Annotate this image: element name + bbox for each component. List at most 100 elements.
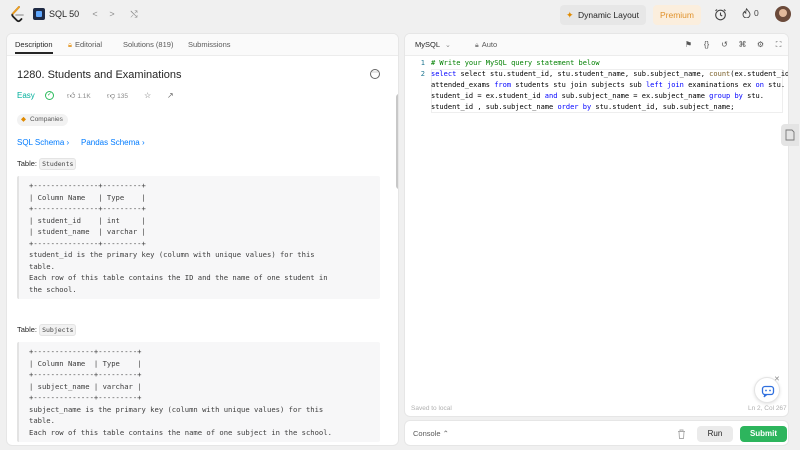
- auto-mode-toggle[interactable]: 🔒︎ Auto: [475, 40, 497, 50]
- settings-gear-icon[interactable]: ⚙: [755, 39, 766, 50]
- code-text: examinations ex: [683, 81, 756, 89]
- trash-icon[interactable]: [677, 429, 686, 439]
- dynamic-layout-label: Dynamic Layout: [578, 10, 639, 20]
- code-keyword: left join: [645, 81, 684, 89]
- schema-line: subject_name is the primary key (column …: [29, 404, 324, 414]
- tab-solutions[interactable]: Solutions (819): [123, 40, 173, 49]
- chevron-down-icon: ⌄: [445, 42, 451, 49]
- schema-line: table.: [29, 416, 55, 425]
- description-tabs: Description 🔒︎ Editorial Solutions (819) …: [7, 34, 398, 56]
- schema-line: | student_id | int |: [29, 215, 146, 225]
- tab-submissions[interactable]: Submissions: [188, 40, 231, 49]
- side-notes-tab[interactable]: [781, 124, 799, 146]
- tab-description[interactable]: Description: [15, 40, 53, 54]
- sql-schema-label: SQL Schema: [17, 138, 65, 147]
- code-text: students stu join subjects sub: [511, 81, 646, 89]
- shortcut-icon[interactable]: ⌘: [737, 39, 748, 50]
- schema-line: student_id is the primary key (column wi…: [29, 250, 315, 259]
- pandas-schema-label: Pandas Schema: [81, 138, 140, 147]
- sparkle-icon: ✦: [566, 10, 574, 20]
- code-line: select select stu.student_id, stu.studen…: [431, 69, 788, 80]
- code-keyword: on: [755, 81, 764, 89]
- dynamic-layout-button[interactable]: ✦ Dynamic Layout: [560, 5, 646, 25]
- thumbs-up-icon: 👍︎: [67, 91, 76, 100]
- table-word: Table:: [17, 159, 40, 168]
- code-text: student_id = ex.student_id: [431, 92, 545, 100]
- code-line: student_id , sub.subject_name order by s…: [431, 102, 781, 113]
- submit-button[interactable]: Submit: [740, 426, 787, 442]
- streak-count: 0: [754, 8, 759, 18]
- language-select[interactable]: MySQL ⌄: [415, 40, 451, 49]
- next-problem-button[interactable]: >: [105, 7, 119, 21]
- subjects-table-name: Subjects: [39, 324, 77, 336]
- lock-icon: 🔒︎: [475, 42, 479, 49]
- shuffle-icon[interactable]: ⤭: [127, 7, 141, 21]
- schema-line: +---------------+---------+: [29, 238, 146, 248]
- fullscreen-icon[interactable]: ⛶: [773, 39, 784, 50]
- code-line: student_id = ex.student_id and sub.subje…: [431, 91, 781, 102]
- companies-tag[interactable]: ◆ Companies: [17, 114, 68, 126]
- code-keyword: order by: [557, 103, 592, 111]
- console-toggle[interactable]: Console ⌃: [413, 429, 449, 438]
- difficulty-badge: Easy: [17, 91, 35, 100]
- schema-line: | Column Name | Type |: [29, 358, 142, 368]
- star-icon[interactable]: ☆: [144, 91, 153, 101]
- schema-line: | student_name | varchar |: [29, 227, 146, 236]
- tab-editorial-label: Editorial: [75, 40, 103, 49]
- leetcode-logo-icon[interactable]: [10, 6, 26, 24]
- close-icon[interactable]: ✕: [774, 375, 780, 383]
- code-text: select stu.student_id, stu.student_name,…: [460, 70, 710, 78]
- students-table-name: Students: [39, 158, 77, 170]
- description-panel: Description 🔒︎ Editorial Solutions (819) …: [6, 33, 399, 446]
- line-number-gutter: 1 2: [413, 58, 425, 80]
- more-options-icon[interactable]: ⋯: [370, 69, 380, 79]
- code-keyword: and: [544, 92, 558, 100]
- streak-counter[interactable]: 0: [742, 7, 759, 19]
- alarm-clock-icon[interactable]: [714, 8, 727, 21]
- console-bar: Console ⌃ Run Submit: [404, 420, 789, 446]
- sql-schema-link[interactable]: SQL Schema ›: [17, 138, 69, 147]
- saved-status: Saved to local: [411, 405, 452, 412]
- problem-meta: Easy ✓ 👍︎ 1.1K 👎︎ 135 ☆ ↗: [17, 91, 217, 103]
- schema-line: | subject_name | varchar |: [29, 381, 142, 391]
- schema-line: | Column Name | Type |: [29, 192, 146, 202]
- code-line: attended_exams from students stu join su…: [431, 80, 785, 91]
- reset-icon[interactable]: ↺: [719, 39, 730, 50]
- code-text: sub.subject_name = ex.subject_name: [557, 92, 710, 100]
- share-icon[interactable]: ↗: [167, 91, 176, 101]
- like-button[interactable]: 👍︎ 1.1K: [67, 91, 91, 101]
- code-keyword: group by: [709, 92, 743, 100]
- subjects-table-label: Table: Subjects: [17, 324, 77, 336]
- prev-problem-button[interactable]: <: [88, 7, 102, 21]
- tab-editorial[interactable]: 🔒︎ Editorial: [68, 40, 102, 50]
- code-braces-icon[interactable]: {}: [701, 39, 712, 50]
- document-icon: [785, 129, 795, 141]
- schema-line: +--------------+---------+: [29, 347, 142, 356]
- lock-icon: 🔒︎: [68, 40, 72, 49]
- bookmark-icon[interactable]: ⚑: [683, 39, 694, 50]
- code-text: stu.student_id, sub.subject_name;: [591, 103, 735, 111]
- pandas-schema-link[interactable]: Pandas Schema ›: [81, 138, 145, 147]
- avatar[interactable]: [775, 6, 791, 22]
- problem-list-icon[interactable]: [33, 8, 45, 20]
- editor-toolbar: MySQL ⌄ 🔒︎ Auto ⚑ {} ↺ ⌘ ⚙ ⛶: [405, 34, 788, 56]
- chevron-up-icon: ⌃: [442, 429, 449, 438]
- description-scrollbar[interactable]: [396, 94, 398, 189]
- code-area[interactable]: # Write your MySQL query statement below…: [431, 58, 788, 113]
- chevron-right-icon: ›: [141, 138, 145, 147]
- table-word: Table:: [17, 325, 40, 334]
- schema-line: +--------------+---------+: [29, 370, 142, 379]
- page-title: 1280. Students and Examinations: [17, 69, 182, 81]
- code-text: stu.: [763, 81, 786, 89]
- chevron-right-icon: ›: [66, 138, 70, 147]
- cursor-position: Ln 2, Col 267: [748, 405, 787, 412]
- code-function: count: [709, 70, 731, 78]
- problem-list-title[interactable]: SQL 50: [49, 9, 79, 19]
- code-editor-panel: MySQL ⌄ 🔒︎ Auto ⚑ {} ↺ ⌘ ⚙ ⛶ 1 2 # Write y…: [404, 33, 789, 417]
- run-button[interactable]: Run: [697, 426, 733, 442]
- line-number: 1: [420, 59, 425, 67]
- schema-line: +---------------+---------+: [29, 181, 146, 190]
- premium-button[interactable]: Premium: [653, 5, 701, 25]
- dislike-button[interactable]: 👎︎ 135: [107, 91, 128, 101]
- language-label: MySQL: [415, 40, 441, 49]
